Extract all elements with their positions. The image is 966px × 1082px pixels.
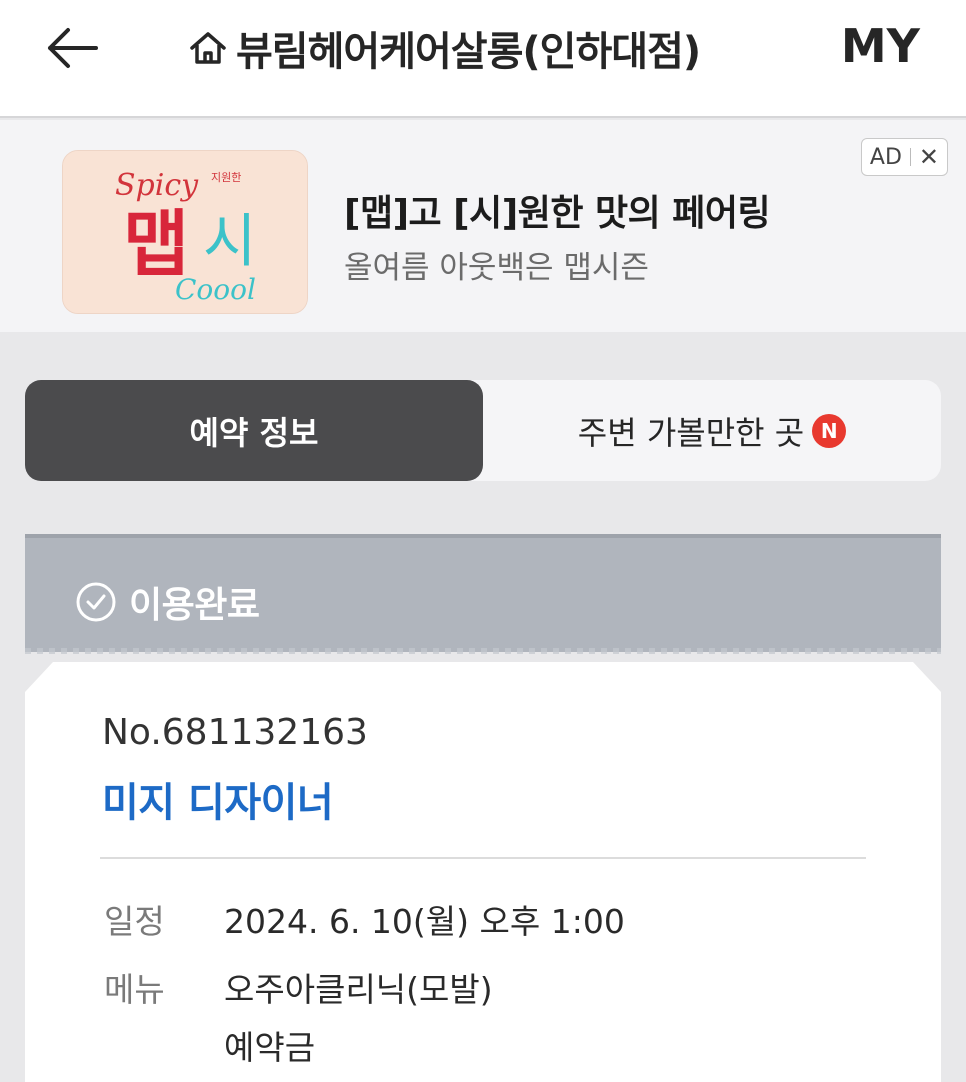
ad-badge-divider [909,148,911,166]
reservation-number: No.681132163 [102,712,368,753]
schedule-label: 일정 [104,902,165,941]
ad-label: AD [869,144,902,170]
ad-banner[interactable]: Spicy 지원한 맵 시 Coool [맵]고 [시]원한 맛의 페어링 올여… [0,120,966,332]
tab-label: 예약 정보 [189,413,319,452]
deposit-value: 예약금 [224,1028,316,1067]
segment-tabs: 예약 정보 주변 가볼만한 곳 N [25,380,941,481]
menu-value: 오주아클리닉(모발) [224,970,493,1009]
check-circle-icon [76,582,116,622]
page-title-area: 뷰림헤어케어살롱(인하대점) [186,16,701,80]
home-icon [190,32,226,64]
page-title: 뷰림헤어케어살롱(인하대점) [236,29,701,75]
tab-reservation-info[interactable]: 예약 정보 [25,380,483,481]
back-button[interactable] [40,22,104,74]
tab-label: 주변 가볼만한 곳 [577,413,805,452]
ad-thumb-bottom-text: Coool [175,273,256,306]
ad-title[interactable]: [맵]고 [시]원한 맛의 페어링 [344,184,771,236]
ticket-perforation [25,648,941,654]
ad-thumb-top-text: Spicy [115,168,199,203]
my-page-button[interactable]: MY [841,14,920,78]
menu-label: 메뉴 [104,970,165,1009]
tab-nearby-places[interactable]: 주변 가볼만한 곳 N [483,380,941,481]
arrow-left-icon [48,28,98,68]
status-banner: 이용완료 [25,534,941,652]
ad-subtitle[interactable]: 올여름 아웃백은 맵시즌 [344,242,649,287]
top-app-bar: 뷰림헤어케어살롱(인하대점) MY [0,0,966,118]
status-label: 이용완료 [129,585,260,626]
schedule-value: 2024. 6. 10(월) 오후 1:00 [224,902,625,941]
new-badge: N [812,413,847,448]
ad-thumbnail-image[interactable]: Spicy 지원한 맵 시 Coool [62,150,308,314]
divider [100,857,866,859]
designer-name[interactable]: 미지 디자이너 [102,770,334,828]
ad-badge: AD ✕ [860,138,948,176]
ad-thumb-accent-text: 시 [203,207,256,275]
ad-thumb-small-text: 지원한 [211,171,241,184]
close-icon[interactable]: ✕ [919,143,939,171]
ad-artwork: Spicy 지원한 맵 시 Coool [63,151,307,313]
